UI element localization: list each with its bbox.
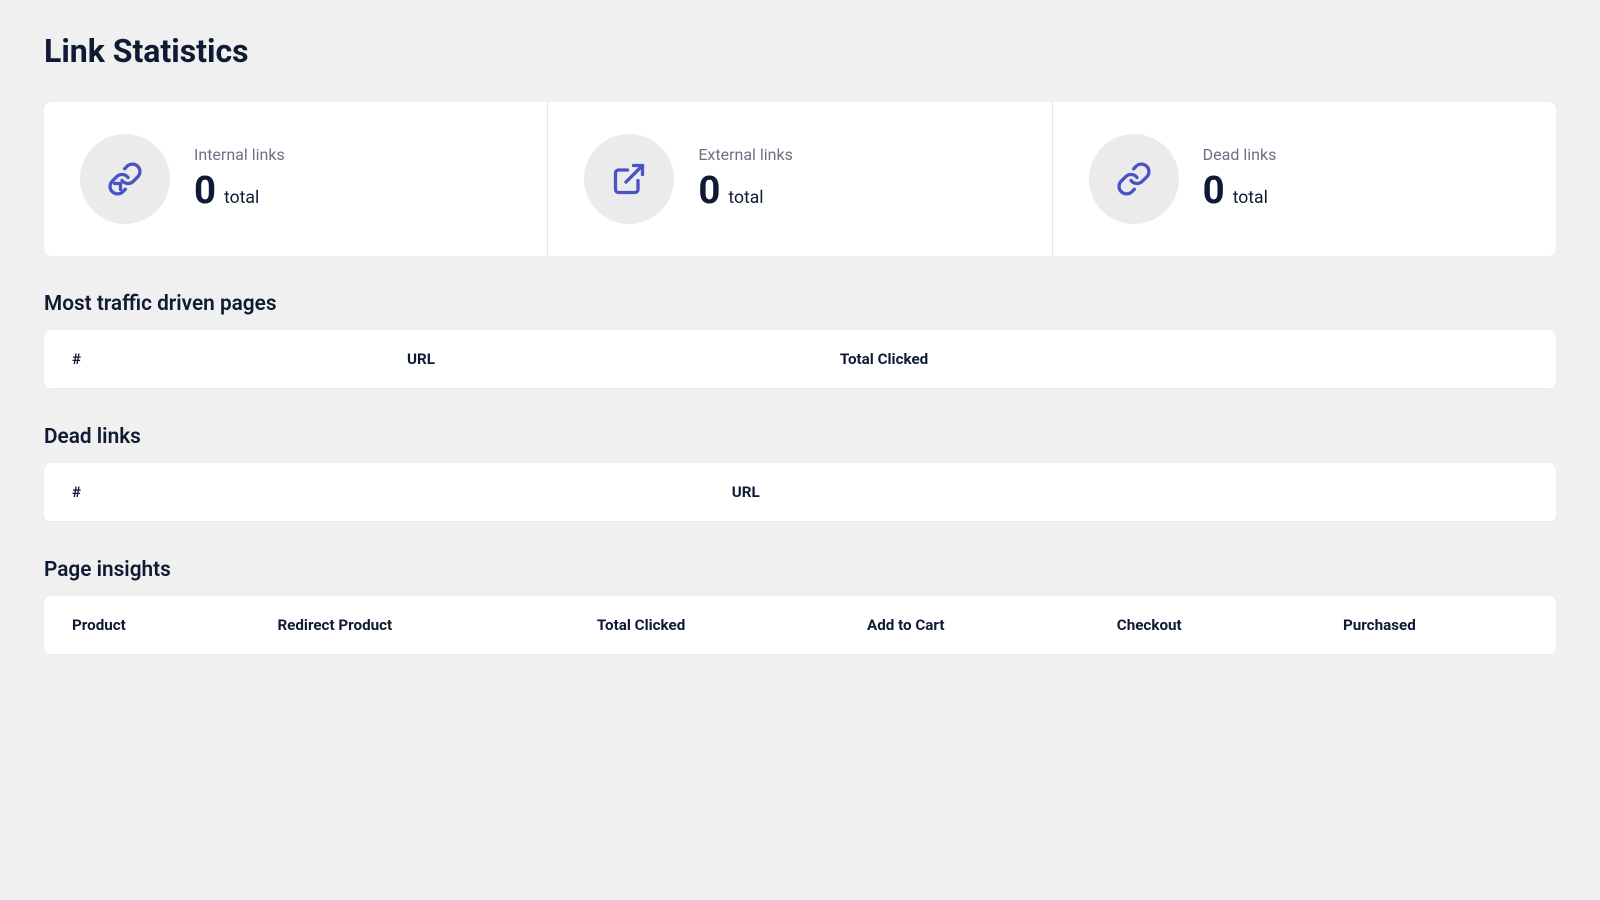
insights-col-add-to-cart: Add to Cart <box>839 596 1089 655</box>
dead-links-number: 0 <box>1203 168 1225 213</box>
dead-links-table-container: # URL <box>44 463 1556 522</box>
internal-link-icon-circle <box>80 134 170 224</box>
external-links-label: External links <box>698 145 793 164</box>
external-link-icon-circle <box>584 134 674 224</box>
traffic-col-clicked: Total Clicked <box>812 330 1556 389</box>
internal-links-card: Internal links 0 total <box>44 102 548 256</box>
internal-links-number: 0 <box>194 168 216 213</box>
dead-link-icon-circle <box>1089 134 1179 224</box>
dead-links-card: Dead links 0 total <box>1053 102 1556 256</box>
traffic-col-url: URL <box>379 330 812 389</box>
traffic-table: # URL Total Clicked <box>44 330 1556 389</box>
external-links-value: 0 total <box>698 168 793 213</box>
traffic-col-hash: # <box>44 330 379 389</box>
page-insights-section-title: Page insights <box>44 558 1556 582</box>
page-container: Link Statistics Internal links 0 total <box>0 0 1600 723</box>
insights-col-checkout: Checkout <box>1089 596 1315 655</box>
dead-links-table: # URL <box>44 463 1556 522</box>
internal-links-value: 0 total <box>194 168 285 213</box>
stats-row: Internal links 0 total External links 0 <box>44 102 1556 256</box>
dead-links-info: Dead links 0 total <box>1203 145 1277 213</box>
insights-col-redirect: Redirect Product <box>249 596 568 655</box>
insights-col-product: Product <box>44 596 249 655</box>
dead-links-col-url: URL <box>704 463 1556 522</box>
external-links-number: 0 <box>698 168 720 213</box>
insights-col-clicked: Total Clicked <box>569 596 839 655</box>
page-title: Link Statistics <box>44 32 1556 70</box>
dead-links-value: 0 total <box>1203 168 1277 213</box>
dead-links-unit: total <box>1233 188 1268 208</box>
insights-col-purchased: Purchased <box>1315 596 1556 655</box>
external-links-card: External links 0 total <box>548 102 1052 256</box>
traffic-table-container: # URL Total Clicked <box>44 330 1556 389</box>
traffic-table-header-row: # URL Total Clicked <box>44 330 1556 389</box>
internal-links-info: Internal links 0 total <box>194 145 285 213</box>
dead-links-col-hash: # <box>44 463 704 522</box>
dead-link-icon <box>1116 161 1152 197</box>
page-insights-table-container: Product Redirect Product Total Clicked A… <box>44 596 1556 655</box>
dead-links-label: Dead links <box>1203 145 1277 164</box>
internal-links-unit: total <box>224 188 259 208</box>
dead-links-table-header-row: # URL <box>44 463 1556 522</box>
external-links-unit: total <box>728 188 763 208</box>
page-insights-header-row: Product Redirect Product Total Clicked A… <box>44 596 1556 655</box>
internal-link-icon <box>107 161 143 197</box>
internal-links-label: Internal links <box>194 145 285 164</box>
traffic-section-title: Most traffic driven pages <box>44 292 1556 316</box>
external-link-icon <box>611 161 647 197</box>
page-insights-table: Product Redirect Product Total Clicked A… <box>44 596 1556 655</box>
external-links-info: External links 0 total <box>698 145 793 213</box>
dead-links-section-title: Dead links <box>44 425 1556 449</box>
